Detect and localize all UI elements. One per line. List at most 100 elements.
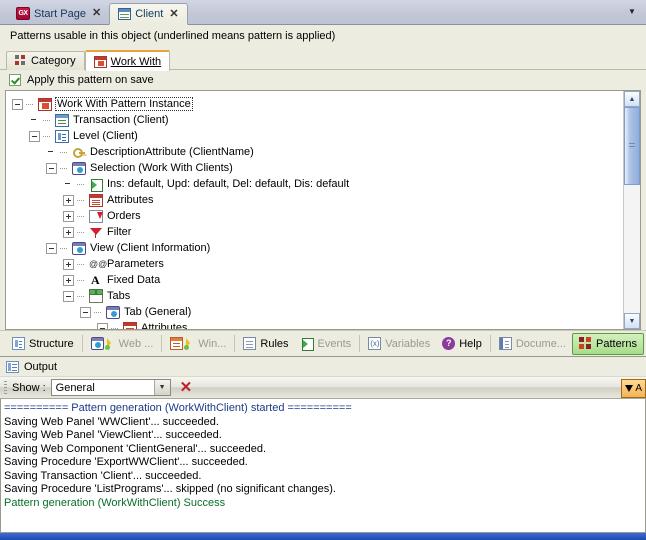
- tab-structure[interactable]: Structure: [6, 333, 80, 355]
- pattern-tree[interactable]: Work With Pattern Instance Transaction (…: [6, 91, 623, 329]
- close-icon[interactable]: ✕: [167, 8, 180, 20]
- tree-line: [111, 323, 120, 330]
- filter-icon: [89, 226, 103, 239]
- collapse-toggle-icon[interactable]: [80, 306, 91, 318]
- collapse-toggle-icon[interactable]: [46, 242, 57, 254]
- tree-node-label: Transaction (Client): [73, 114, 169, 126]
- document-tab-client[interactable]: Client ✕: [109, 3, 188, 25]
- tree-line: [77, 291, 86, 302]
- tabs-icon: [89, 288, 103, 303]
- collapse-toggle-icon[interactable]: [12, 98, 23, 110]
- output-panel-title: Output: [0, 357, 646, 376]
- tree-line: [43, 131, 52, 142]
- expand-toggle-icon[interactable]: [63, 194, 74, 206]
- tree-node-tab-attributes[interactable]: Attributes: [12, 320, 623, 329]
- tab-variables[interactable]: Variables: [362, 333, 436, 355]
- tree-node-label: DescriptionAttribute (ClientName): [90, 146, 254, 158]
- down-arrow-icon: [625, 385, 634, 392]
- tab-events[interactable]: Events: [295, 333, 358, 355]
- tree-line: [77, 227, 86, 238]
- selection-icon: [72, 161, 86, 175]
- tree-node-tabs[interactable]: Tabs: [12, 288, 623, 304]
- tree-line: [26, 99, 35, 110]
- tab-documentation[interactable]: Docume...: [493, 333, 572, 355]
- expand-toggle-icon[interactable]: [63, 226, 74, 238]
- scrollbar-track[interactable]: [624, 107, 640, 313]
- toolbar-grip[interactable]: [4, 381, 7, 394]
- tree-node-selection[interactable]: Selection (Work With Clients): [12, 160, 623, 176]
- scrollbar-thumb[interactable]: [624, 107, 640, 185]
- tree-node-tab-general[interactable]: Tab (General): [12, 304, 623, 320]
- tab-label: Category: [31, 55, 76, 67]
- lightning-icon: [184, 337, 194, 350]
- win-form-icon: [170, 337, 184, 350]
- tree-node-label: Orders: [107, 210, 141, 222]
- level-icon: [55, 129, 69, 143]
- tab-label: Patterns: [596, 337, 637, 350]
- tab-help[interactable]: Help: [436, 333, 488, 355]
- structure-icon: [12, 337, 25, 350]
- parameters-icon: [89, 258, 107, 271]
- tree-node-fixed-data[interactable]: Fixed Data: [12, 272, 623, 288]
- events-icon: [301, 337, 314, 351]
- tab-label: Web ...: [118, 337, 154, 350]
- patterns-description: Patterns usable in this object (underlin…: [0, 25, 646, 48]
- no-toggle-spacer: [29, 115, 40, 126]
- tree-node-label: Tabs: [107, 290, 131, 302]
- close-icon[interactable]: ✕: [90, 8, 103, 19]
- tree-node-filter[interactable]: Filter: [12, 224, 623, 240]
- tree-node-description-attribute[interactable]: DescriptionAttribute (ClientName): [12, 144, 623, 160]
- scroll-to-end-button[interactable]: A: [621, 379, 646, 398]
- document-tab-strip: GX Start Page ✕ Client ✕ ▼: [0, 0, 646, 25]
- tree-node-level[interactable]: Level (Client): [12, 128, 623, 144]
- chevron-down-icon[interactable]: ▼: [626, 5, 638, 17]
- show-select[interactable]: General ▼: [50, 379, 171, 396]
- expand-toggle-icon[interactable]: [63, 274, 74, 286]
- collapse-toggle-icon[interactable]: [63, 290, 74, 302]
- tree-node-label: Attributes: [107, 194, 154, 206]
- expand-toggle-icon[interactable]: [63, 210, 74, 222]
- tree-node-attributes[interactable]: Attributes: [12, 192, 623, 208]
- pattern-tree-panel: Work With Pattern Instance Transaction (…: [5, 90, 641, 330]
- tab-label: Help: [459, 337, 482, 350]
- tab-win-form[interactable]: Win...: [164, 333, 232, 355]
- apply-pattern-row[interactable]: Apply this pattern on save: [0, 70, 646, 90]
- collapse-toggle-icon[interactable]: [29, 130, 40, 142]
- orders-icon: [89, 209, 103, 223]
- output-panel: Output Show : General ▼ ✕ A ========== P…: [0, 356, 646, 533]
- apply-pattern-label: Apply this pattern on save: [27, 74, 154, 86]
- tree-node-label: View (Client Information): [90, 242, 211, 254]
- chevron-down-icon[interactable]: ▼: [153, 380, 170, 395]
- tree-vertical-scrollbar[interactable]: ▲ ▼: [623, 91, 640, 329]
- gx-logo-icon: GX: [16, 7, 30, 20]
- tree-node-insert-modes[interactable]: Ins: default, Upd: default, Del: default…: [12, 176, 623, 192]
- clear-output-button[interactable]: ✕: [180, 380, 193, 395]
- scroll-down-button[interactable]: ▼: [624, 313, 640, 329]
- tree-node-transaction[interactable]: Transaction (Client): [12, 112, 623, 128]
- tab-label: Structure: [29, 337, 74, 350]
- category-icon: [15, 55, 27, 67]
- insert-icon: [89, 178, 103, 192]
- tab-label: Variables: [385, 337, 431, 350]
- output-log[interactable]: ========== Pattern generation (WorkWithC…: [0, 399, 646, 533]
- tab-work-with[interactable]: Work With: [84, 50, 171, 71]
- apply-pattern-checkbox[interactable]: [9, 74, 21, 86]
- output-toolbar: Show : General ▼ ✕ A: [0, 376, 646, 399]
- tab-category[interactable]: Category: [6, 51, 85, 70]
- expand-toggle-icon[interactable]: [63, 258, 74, 270]
- work-with-icon: [93, 55, 107, 68]
- tree-node-orders[interactable]: Orders: [12, 208, 623, 224]
- tab-rules[interactable]: Rules: [237, 333, 294, 355]
- tree-node-parameters[interactable]: Parameters: [12, 256, 623, 272]
- tree-node-work-with-pattern-instance[interactable]: Work With Pattern Instance: [12, 96, 623, 112]
- document-tab-start-page[interactable]: GX Start Page ✕: [8, 3, 109, 24]
- tree-node-view[interactable]: View (Client Information): [12, 240, 623, 256]
- scroll-up-button[interactable]: ▲: [624, 91, 640, 107]
- tree-node-label: Work With Pattern Instance: [55, 97, 193, 111]
- tab-web-form[interactable]: Web ...: [85, 333, 160, 355]
- collapse-toggle-icon[interactable]: [46, 162, 57, 174]
- collapse-toggle-icon[interactable]: [97, 322, 108, 329]
- tree-node-label: Parameters: [107, 258, 164, 270]
- tab-patterns[interactable]: Patterns: [572, 332, 644, 355]
- editor-view-tabs: Structure Web ... Win... Rules Events Va…: [0, 330, 646, 356]
